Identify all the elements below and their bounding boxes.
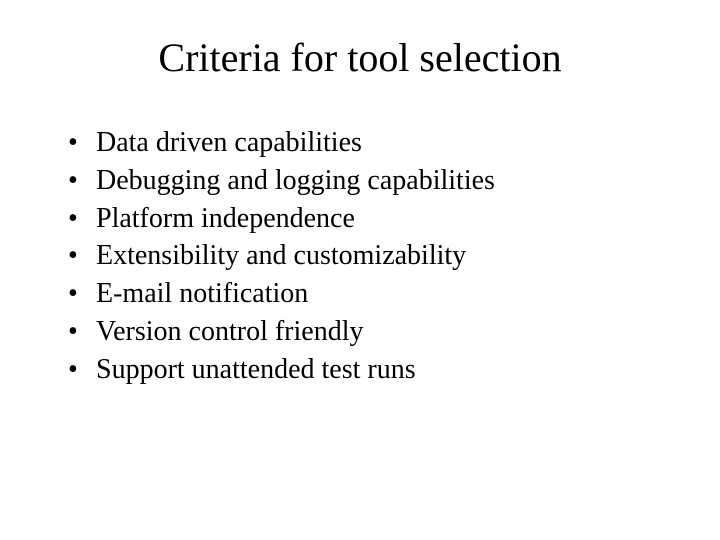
bullet-text: Extensibility and customizability (96, 238, 670, 274)
bullet-text: Debugging and logging capabilities (96, 163, 670, 199)
bullet-text: Support unattended test runs (96, 352, 670, 388)
bullet-icon: • (66, 314, 96, 350)
list-item: • Extensibility and customizability (66, 238, 670, 274)
slide-title: Criteria for tool selection (50, 34, 670, 81)
bullet-icon: • (66, 238, 96, 274)
slide: Criteria for tool selection • Data drive… (0, 0, 720, 540)
bullet-text: Data driven capabilities (96, 125, 670, 161)
bullet-icon: • (66, 163, 96, 199)
list-item: • Data driven capabilities (66, 125, 670, 161)
list-item: • Support unattended test runs (66, 352, 670, 388)
list-item: • Debugging and logging capabilities (66, 163, 670, 199)
list-item: • E-mail notification (66, 276, 670, 312)
bullet-text: Platform independence (96, 201, 670, 237)
bullet-text: E-mail notification (96, 276, 670, 312)
bullet-icon: • (66, 201, 96, 237)
bullet-icon: • (66, 352, 96, 388)
bullet-icon: • (66, 125, 96, 161)
bullet-text: Version control friendly (96, 314, 670, 350)
list-item: • Platform independence (66, 201, 670, 237)
bullet-list: • Data driven capabilities • Debugging a… (50, 125, 670, 388)
bullet-icon: • (66, 276, 96, 312)
list-item: • Version control friendly (66, 314, 670, 350)
